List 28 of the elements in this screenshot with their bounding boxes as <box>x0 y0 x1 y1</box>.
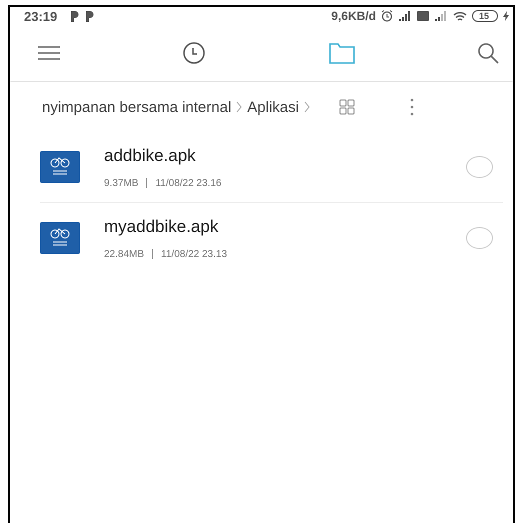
file-row[interactable]: myaddbike.apk 22.84MB 11/08/22 23.13 <box>40 203 503 273</box>
notification-icon <box>70 10 80 22</box>
alarm-icon <box>380 10 393 22</box>
file-size: 22.84MB <box>104 248 144 260</box>
file-row[interactable]: addbike.apk 9.37MB 11/08/22 23.16 <box>40 132 503 203</box>
charging-icon <box>503 11 509 21</box>
file-name: addbike.apk <box>104 146 197 166</box>
select-checkbox[interactable] <box>466 156 493 178</box>
app-icon <box>40 151 80 183</box>
file-name: myaddbike.apk <box>104 216 220 236</box>
more-icon <box>410 98 414 116</box>
breadcrumb-item[interactable]: nyimpanan bersama internal <box>42 98 232 116</box>
notification-icon <box>85 10 96 22</box>
file-size: 9.37MB <box>104 178 138 188</box>
signal-icon <box>434 11 448 21</box>
wifi-icon <box>452 10 467 22</box>
status-time: 23:19 <box>24 8 58 24</box>
app-icon <box>40 222 80 254</box>
battery-level: 15 <box>472 10 498 22</box>
file-date: 11/08/22 23.16 <box>155 178 222 188</box>
signal-icon <box>398 11 412 21</box>
grid-view-button[interactable] <box>336 97 357 117</box>
network-speed: 9,6KB/d <box>331 9 376 23</box>
select-checkbox[interactable] <box>466 227 493 249</box>
breadcrumb-item[interactable]: Aplikasi <box>247 98 299 116</box>
chevron-icon <box>236 101 242 113</box>
chevron-icon <box>304 101 310 113</box>
file-date: 11/08/22 23.13 <box>161 248 228 260</box>
